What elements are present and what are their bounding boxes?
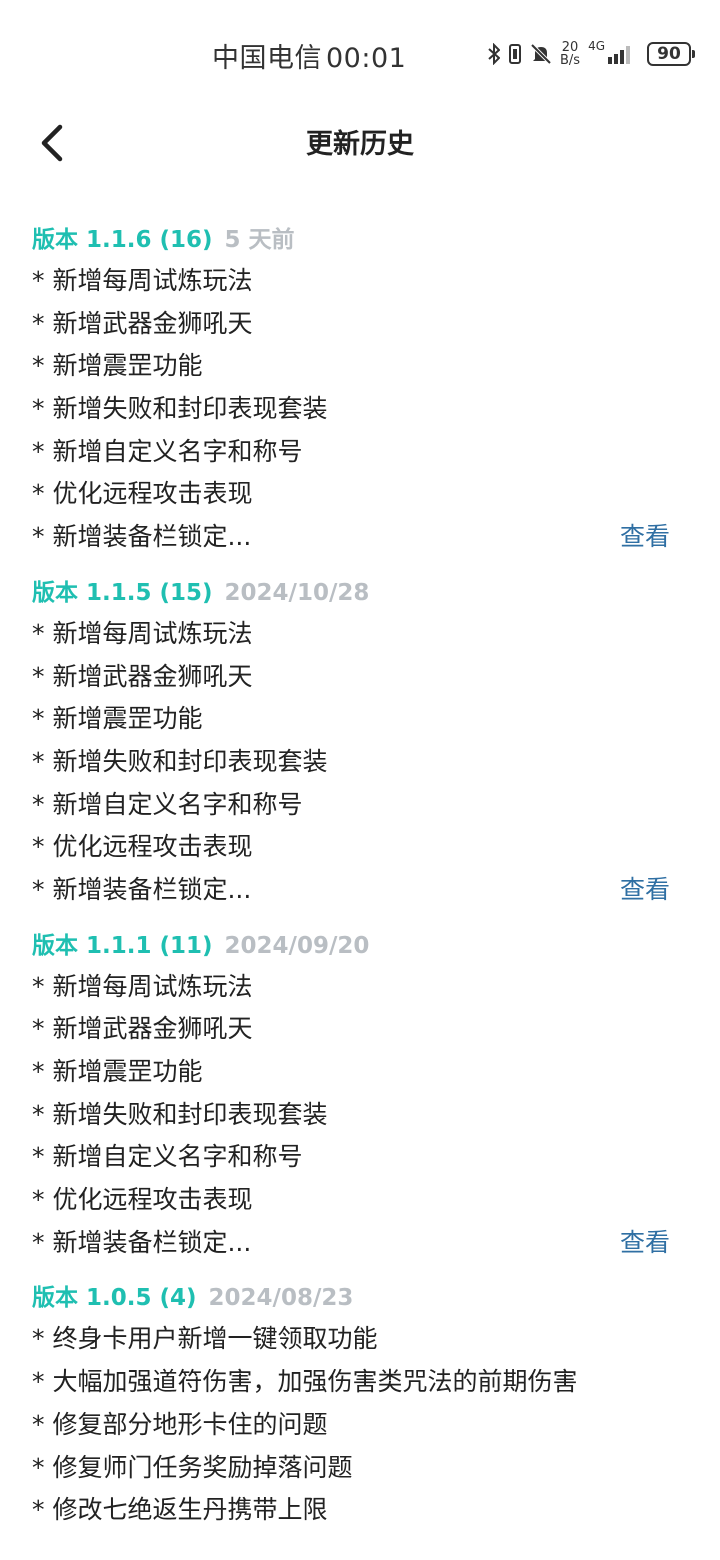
change-item-text: * 新增装备栏锁定...	[32, 1227, 252, 1257]
version-header: 版本 1.1.6 (16) 5 天前	[32, 220, 692, 260]
version-date: 2024/08/23	[208, 1285, 354, 1312]
version-header: 版本 1.0.5 (4) 2024/08/23	[32, 1278, 692, 1318]
network-speed: 20 B/s	[560, 41, 580, 67]
signal-icon	[607, 43, 633, 65]
version-date: 5 天前	[224, 227, 295, 253]
change-item: * 新增自定义名字和称号	[32, 789, 303, 819]
network-type: 4G	[588, 39, 606, 53]
change-item-text: * 新增装备栏锁定...	[32, 874, 252, 904]
battery-tip	[692, 50, 696, 58]
battery-level: 90	[647, 42, 692, 66]
change-list: * 新增每周试炼玩法 * 新增武器金狮吼天 * 新增震罡功能 * 新增失败和封印…	[32, 260, 692, 559]
change-item: * 新增震罡功能	[32, 351, 203, 381]
version-entry: 版本 1.1.5 (15) 2024/10/28 * 新增每周试炼玩法 * 新增…	[32, 573, 692, 912]
version-entry: 版本 1.0.5 (4) 2024/08/23 * 终身卡用户新增一键领取功能 …	[32, 1278, 692, 1531]
change-list: * 终身卡用户新增一键领取功能 * 大幅加强道符伤害，加强伤害类咒法的前期伤害 …	[32, 1318, 692, 1531]
change-item-text: * 新增装备栏锁定...	[32, 522, 252, 552]
change-item: * 优化远程攻击表现	[32, 832, 253, 862]
change-item: * 新增失败和封印表现套装	[32, 394, 328, 424]
version-date: 2024/10/28	[224, 579, 370, 606]
change-item: * 新增自定义名字和称号	[32, 436, 303, 466]
change-item: * 新增每周试炼玩法	[32, 266, 253, 295]
version-label: 版本 1.1.6 (16)	[32, 227, 213, 253]
change-item: * 大幅加强道符伤害，加强伤害类咒法的前期伤害	[32, 1367, 578, 1397]
change-item: * 修改七绝返生丹携带上限	[32, 1495, 328, 1525]
carrier-label: 中国电信	[212, 43, 322, 74]
change-item-last: * 新增装备栏锁定... 查看	[32, 1222, 692, 1265]
version-entry: 版本 1.1.1 (11) 2024/09/20 * 新增每周试炼玩法 * 新增…	[32, 926, 692, 1265]
change-item-last: * 新增装备栏锁定... 查看	[32, 869, 692, 912]
change-item: * 优化远程攻击表现	[32, 1185, 253, 1215]
change-item: * 新增武器金狮吼天	[32, 308, 253, 338]
change-item: * 新增自定义名字和称号	[32, 1142, 303, 1172]
change-item: * 新增失败和封印表现套装	[32, 1099, 328, 1129]
change-item: * 新增震罡功能	[32, 1057, 203, 1086]
vibrate-icon	[508, 43, 522, 65]
status-icons: 20 B/s 4G 90	[488, 38, 696, 70]
page-title: 更新历史	[306, 129, 414, 160]
view-details-link[interactable]: 查看	[620, 869, 670, 912]
change-item-last: * 新增装备栏锁定... 查看	[32, 516, 692, 559]
version-label: 版本 1.1.1 (11)	[32, 932, 213, 959]
change-item: * 新增失败和封印表现套装	[32, 746, 328, 776]
network-speed-unit: B/s	[560, 53, 581, 68]
battery-indicator: 90	[647, 42, 696, 66]
status-bar: 中国电信 00:01 20 B/s 4G 90	[0, 0, 720, 104]
change-item: * 终身卡用户新增一键领取功能	[32, 1324, 378, 1354]
change-item: * 修复部分地形卡住的问题	[32, 1409, 328, 1439]
app-header: 更新历史	[0, 104, 720, 180]
version-label: 版本 1.0.5 (4)	[32, 1285, 197, 1312]
clock: 00:01	[326, 43, 407, 74]
change-item: * 新增每周试炼玩法	[32, 971, 253, 1001]
change-item: * 优化远程攻击表现	[32, 479, 253, 509]
change-item: * 新增武器金狮吼天	[32, 1014, 253, 1044]
change-list: * 新增每周试炼玩法 * 新增武器金狮吼天 * 新增震罡功能 * 新增失败和封印…	[32, 613, 692, 912]
version-entry: 版本 1.1.6 (16) 5 天前 * 新增每周试炼玩法 * 新增武器金狮吼天…	[32, 220, 692, 559]
change-item: * 修复师门任务奖励掉落问题	[32, 1452, 353, 1482]
status-carrier-time: 中国电信 00:01	[212, 36, 406, 75]
update-history-list: 版本 1.1.6 (16) 5 天前 * 新增每周试炼玩法 * 新增武器金狮吼天…	[32, 220, 692, 1546]
version-header: 版本 1.1.5 (15) 2024/10/28	[32, 573, 692, 613]
version-label: 版本 1.1.5 (15)	[32, 579, 213, 606]
view-details-link[interactable]: 查看	[620, 516, 670, 559]
view-details-link[interactable]: 查看	[620, 1222, 670, 1265]
change-item: * 新增武器金狮吼天	[32, 661, 253, 691]
change-item: * 新增每周试炼玩法	[32, 618, 253, 648]
version-header: 版本 1.1.1 (11) 2024/09/20	[32, 926, 692, 966]
bell-muted-icon	[530, 43, 552, 65]
version-date: 2024/09/20	[224, 932, 370, 959]
change-item: * 新增震罡功能	[32, 704, 203, 734]
bluetooth-icon	[488, 43, 500, 65]
change-list: * 新增每周试炼玩法 * 新增武器金狮吼天 * 新增震罡功能 * 新增失败和封印…	[32, 966, 692, 1265]
